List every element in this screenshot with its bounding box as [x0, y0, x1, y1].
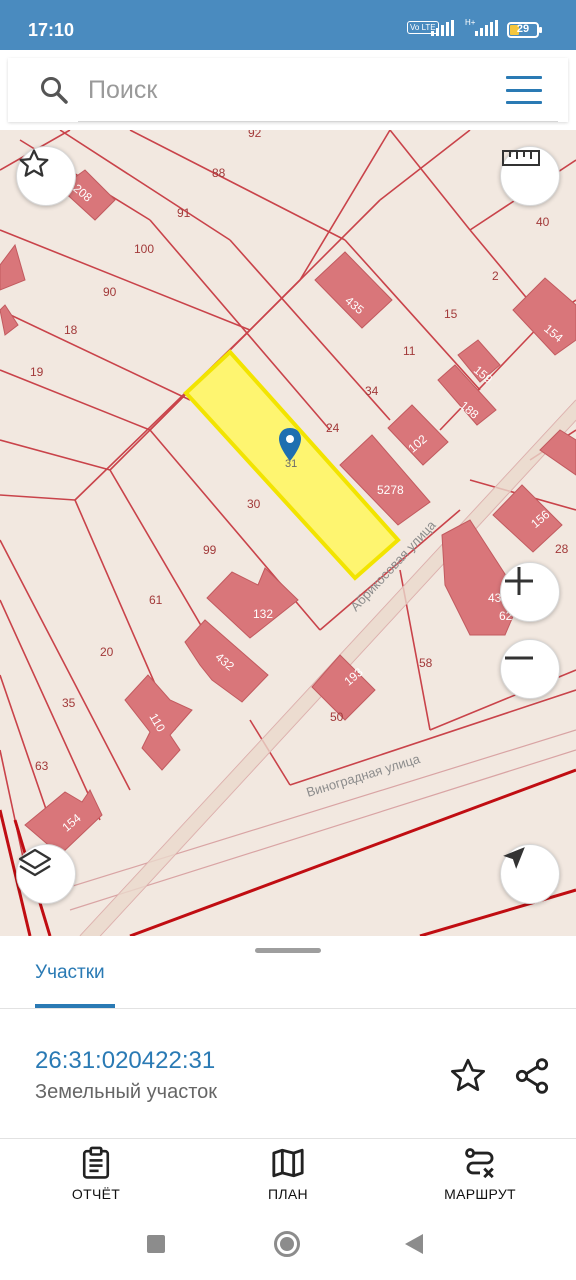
parcel-type: Земельный участок — [35, 1081, 218, 1103]
building-label: 5278 — [377, 483, 404, 497]
parcel-label: 99 — [203, 543, 217, 557]
parcel-label: 61 — [149, 593, 163, 607]
parcel-label: 90 — [103, 285, 117, 299]
building — [311, 654, 376, 721]
parcel-label: 28 — [555, 542, 569, 556]
parcel-label: 35 — [62, 696, 76, 710]
star-icon — [19, 149, 49, 177]
status-bar: 17:10 Vo LTE H+ 29 — [0, 0, 576, 50]
layers-icon — [18, 848, 52, 877]
building — [206, 567, 299, 639]
parcel-label: 88 — [212, 166, 226, 180]
search-underline — [78, 121, 558, 122]
sheet-drag-handle[interactable] — [255, 948, 321, 953]
map-icon — [272, 1148, 304, 1178]
search-icon[interactable] — [38, 74, 70, 106]
tab-parcels[interactable]: Участки — [35, 962, 105, 984]
parcel-label: 92 — [248, 130, 262, 140]
ruler-button[interactable] — [500, 146, 560, 206]
parcel-label: 58 — [419, 656, 433, 670]
selected-parcel-label: 31 — [285, 458, 297, 470]
map-canvas[interactable]: 92 88 208 91 100 90 18 19 40 2 15 11 34 … — [0, 130, 576, 936]
battery-percent: 29 — [516, 23, 530, 35]
building-label: 132 — [253, 607, 273, 621]
cadastral-map[interactable]: 92 88 208 91 100 90 18 19 40 2 15 11 34 … — [0, 130, 576, 936]
parcel-label: 63 — [35, 759, 49, 773]
parcel-label: 40 — [536, 215, 550, 229]
route-button[interactable]: МАРШРУТ — [415, 1146, 545, 1202]
plus-icon — [505, 567, 533, 595]
zoom-in-button[interactable] — [500, 562, 560, 622]
menu-icon[interactable] — [506, 76, 542, 104]
report-label: ОТЧЁТ — [71, 1186, 121, 1202]
navigation-arrow-icon — [503, 847, 525, 869]
my-location-button[interactable] — [500, 844, 560, 904]
street-label: Виноградная улица — [304, 751, 422, 800]
ruler-icon — [502, 150, 540, 166]
plan-button[interactable]: ПЛАН — [223, 1146, 353, 1202]
parcel-label: 100 — [134, 242, 154, 256]
share-icon[interactable] — [512, 1056, 552, 1096]
favorite-button[interactable] — [16, 146, 76, 206]
home-icon[interactable] — [274, 1231, 300, 1257]
layers-button[interactable] — [16, 844, 76, 904]
status-time: 17:10 — [28, 20, 75, 40]
divider — [0, 1008, 576, 1009]
parcel-label: 24 — [326, 421, 340, 435]
system-navigation-bar — [0, 1212, 576, 1280]
parcel-label: 20 — [100, 645, 114, 659]
signal-strength-icon — [475, 20, 498, 36]
divider — [0, 1138, 576, 1139]
search-bar — [8, 58, 568, 122]
parcel-label: 50 — [330, 710, 344, 724]
zoom-out-button[interactable] — [500, 639, 560, 699]
search-input[interactable] — [88, 72, 488, 108]
parcel-label: 11 — [403, 344, 416, 358]
building — [314, 251, 393, 329]
route-label: МАРШРУТ — [444, 1186, 516, 1202]
parcel-label: 34 — [365, 384, 379, 398]
building — [0, 243, 26, 291]
battery-icon: 29 — [507, 22, 542, 38]
recent-apps-icon[interactable] — [147, 1235, 165, 1253]
building — [0, 304, 19, 336]
parcel-label: 15 — [444, 307, 458, 321]
parcel-label: 19 — [30, 365, 44, 379]
plan-label: ПЛАН — [268, 1186, 308, 1202]
minus-icon — [505, 656, 533, 660]
parcel-label: 91 — [177, 206, 191, 220]
signal-strength-icon — [431, 20, 454, 36]
network-type-indicator: H+ — [465, 18, 476, 27]
back-icon[interactable] — [405, 1234, 423, 1254]
clipboard-icon — [82, 1146, 110, 1179]
parcel-label: 2 — [492, 269, 499, 283]
star-icon[interactable] — [448, 1056, 488, 1096]
route-icon — [465, 1148, 494, 1179]
report-button[interactable]: ОТЧЁТ — [31, 1146, 161, 1202]
parcel-label: 30 — [247, 497, 261, 511]
parcel-label: 18 — [64, 323, 78, 337]
parcel-cadastral-number[interactable]: 26:31:020422:31 — [35, 1047, 215, 1075]
